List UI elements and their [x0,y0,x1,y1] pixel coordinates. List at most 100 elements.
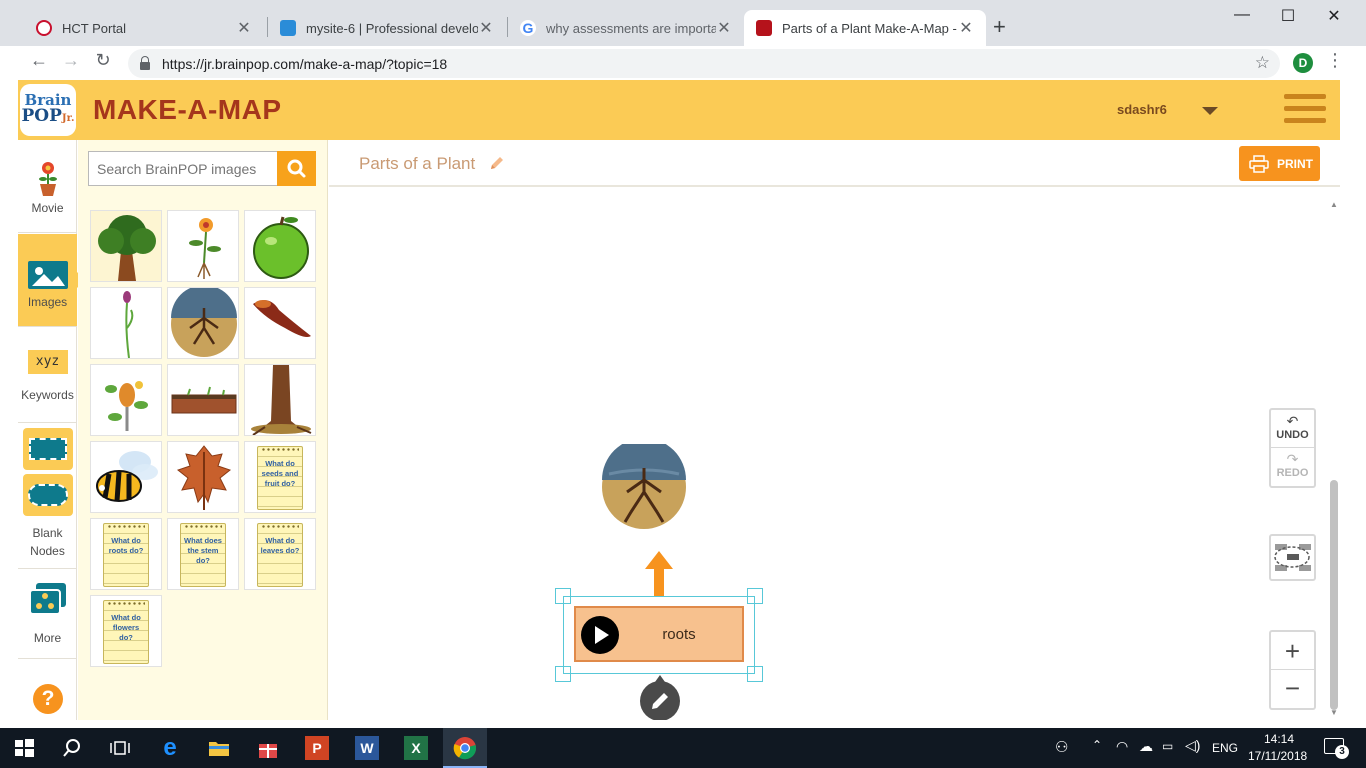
resize-handle[interactable] [747,588,763,604]
reload-icon[interactable]: ↻ [90,50,116,71]
close-icon[interactable]: ✕ [478,18,494,38]
chrome-taskbar-button[interactable] [443,728,487,768]
people-icon[interactable]: ⚇ [1055,738,1068,756]
image-tree-trunk[interactable] [244,364,316,436]
help-icon[interactable]: ? [33,684,63,714]
close-icon[interactable]: ✕ [236,18,252,38]
image-tulip-stem[interactable] [90,287,162,359]
brainpop-jr-logo[interactable]: Brain POPJr. [20,84,76,136]
logo-text-bottom: POPJr. [22,108,75,127]
image-apple[interactable] [244,210,316,282]
image-squash-vine[interactable] [90,364,162,436]
note-leaves[interactable]: What do leaves do? [244,518,316,590]
redo-button[interactable]: ↷ REDO [1271,448,1314,486]
note-roots[interactable]: What do roots do? [90,518,162,590]
nav-images[interactable]: Images [18,234,77,326]
nav-nodes-label: Nodes [30,544,65,558]
clock-date[interactable]: 17/11/2018 [1248,749,1307,763]
apple-icon [253,216,309,279]
tray-expand-icon[interactable]: ⌃ [1092,738,1102,752]
resize-handle[interactable] [555,588,571,604]
nav-more[interactable]: More [18,580,77,656]
search-button[interactable] [277,151,316,186]
tab-brainpop-active[interactable]: Parts of a Plant Make-A-Map - Br ✕ [744,10,986,46]
tab-hct-portal[interactable]: HCT Portal ✕ [24,10,264,46]
image-planter-box[interactable] [167,364,239,436]
edit-pencil-icon[interactable] [489,155,505,171]
hct-favicon-icon [36,20,52,36]
wifi-icon[interactable]: ◠ [1116,738,1128,755]
address-bar[interactable]: https://jr.brainpop.com/make-a-map/?topi… [128,49,1280,78]
profile-avatar[interactable]: D [1293,53,1313,73]
new-tab-plus-icon[interactable]: + [993,14,1006,40]
tool-sidebar: Movie Images xyz Keywords Blank Nodes Mo… [18,140,85,720]
maximize-icon[interactable]: ☐ [1265,6,1311,26]
hamburger-menu-icon[interactable] [1284,94,1326,126]
mysite-favicon-icon [280,20,296,36]
print-button[interactable]: PRINT [1239,146,1320,181]
tab-title: why assessments are important - [546,20,716,36]
nav-movie[interactable]: Movie [18,152,77,228]
map-title[interactable]: Parts of a Plant [359,154,475,174]
resize-handle[interactable] [555,666,571,682]
minimize-icon[interactable]: — [1219,6,1265,24]
zoom-in-button[interactable]: + [1271,632,1314,670]
task-view-icon[interactable] [108,736,132,760]
edge-browser-icon[interactable]: e [158,736,182,760]
image-roots-soil[interactable] [167,287,239,359]
image-oak-leaf[interactable] [167,441,239,513]
nav-keywords[interactable]: xyz Keywords [18,340,77,420]
map-canvas[interactable] [329,189,1340,720]
image-tree[interactable] [90,210,162,282]
language-indicator[interactable]: ENG [1212,741,1238,755]
note-flowers[interactable]: What do flowers do? [90,595,162,667]
tab-mysite[interactable]: mysite-6 | Professional developm ✕ [268,10,506,46]
word-icon[interactable]: W [355,736,379,760]
seed-pod-icon [253,300,311,337]
up-arrow-connector-icon[interactable] [644,551,674,597]
scroll-down-icon[interactable]: ▼ [1330,708,1338,717]
chevron-down-icon[interactable] [1202,107,1218,115]
note-seeds-fruit[interactable]: What do seeds and fruit do? [244,441,316,513]
battery-icon[interactable]: ▭ [1162,739,1173,753]
connect-nodes-button[interactable] [1269,534,1316,581]
browser-menu-icon[interactable]: ⋮ [1322,50,1348,71]
file-explorer-icon[interactable] [207,736,231,760]
image-seed-pod[interactable] [244,287,316,359]
zoom-out-button[interactable]: − [1271,670,1314,708]
cloud-icon[interactable]: ☁ [1139,738,1153,755]
username[interactable]: sdashr6 [1117,102,1167,117]
volume-icon[interactable]: ◁) [1185,737,1200,754]
bookmark-star-icon[interactable]: ☆ [1255,53,1270,73]
excel-icon[interactable]: X [404,736,428,760]
windows-start-icon[interactable] [12,736,36,760]
image-search-input[interactable] [88,151,278,186]
notifications-icon[interactable]: 3 [1324,738,1349,759]
back-arrow-icon[interactable]: ← [26,50,52,71]
close-icon[interactable]: ✕ [716,18,732,38]
print-label: PRINT [1277,156,1313,171]
roots-image-node[interactable] [601,444,687,530]
scrollbar-thumb[interactable] [1330,480,1338,710]
note-stem[interactable]: What does the stem do? [167,518,239,590]
text-node-roots[interactable]: roots [574,606,744,662]
search-icon[interactable] [60,736,84,760]
nav-blank-nodes[interactable]: Blank Nodes [18,426,77,564]
window-close-icon[interactable]: ✕ [1311,6,1357,26]
node-edit-button[interactable] [640,675,680,720]
gift-app-icon[interactable] [256,736,280,760]
image-bee[interactable] [90,441,162,513]
image-flower-with-roots[interactable] [167,210,239,282]
scroll-up-icon[interactable]: ▲ [1330,200,1338,209]
powerpoint-icon[interactable]: P [305,736,329,760]
resize-handle[interactable] [747,666,763,682]
undo-button[interactable]: ↶ UNDO [1271,410,1314,448]
close-icon[interactable]: ✕ [958,18,974,38]
flower-pot-icon [38,162,57,196]
canvas-scrollbar[interactable]: ▲ ▼ [1328,200,1340,720]
tab-google-search[interactable]: G why assessments are important - ✕ [508,10,744,46]
note-text: What do seeds and fruit do? [257,446,303,510]
undo-arrow-icon: ↶ [1286,413,1299,429]
clock-time[interactable]: 14:14 [1264,732,1294,746]
forward-arrow-icon[interactable]: → [58,50,84,71]
